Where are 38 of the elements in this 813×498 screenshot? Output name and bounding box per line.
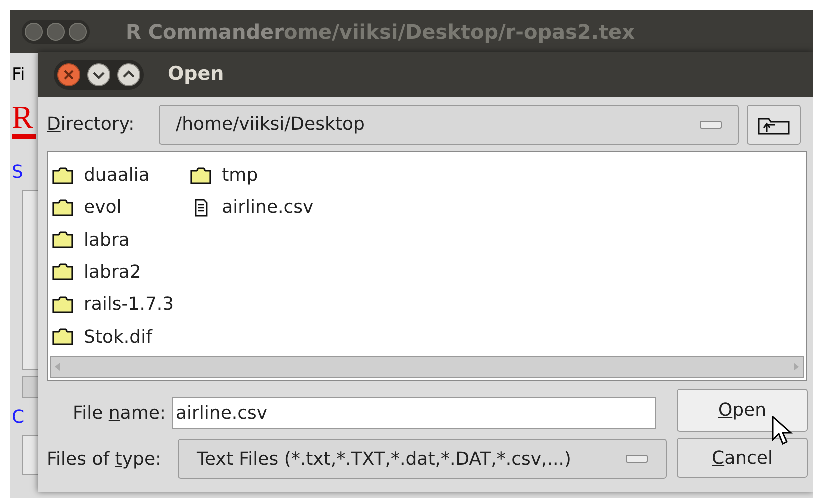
folder-name[interactable]: rails-1.7.3 [84, 291, 174, 318]
close-icon[interactable] [57, 62, 81, 86]
window-controls-icon[interactable] [22, 20, 90, 44]
folder-icon [52, 166, 74, 184]
open-button[interactable]: Open [677, 389, 808, 432]
folder-name[interactable]: labra [84, 226, 130, 254]
folder-name[interactable]: Stok.dif [84, 324, 152, 351]
file-name[interactable]: airline.csv [222, 194, 314, 222]
file-type-dropdown[interactable]: Text Files (*.txt,*.TXT,*.dat,*.DAT,*.csv,...) [178, 439, 667, 479]
window-path: ome/viiksi/Desktop/r-opas2.tex [284, 18, 635, 46]
folder-icon [190, 166, 212, 184]
folder-name[interactable]: duaalia [84, 162, 150, 189]
folder-name[interactable]: tmp [222, 162, 258, 189]
dropdown-indicator-icon [626, 455, 648, 463]
logo-icon: R [12, 101, 38, 133]
cancel-button[interactable]: Cancel [677, 438, 808, 478]
window-title: R Commander [126, 18, 284, 46]
folder-name[interactable]: evol [84, 194, 122, 222]
dropdown-indicator-icon [700, 120, 722, 128]
maximize-icon[interactable] [117, 62, 141, 86]
menu-item[interactable]: Fi [12, 53, 38, 97]
folder-icon [52, 198, 74, 217]
file-type-label: Files of type: [47, 448, 163, 472]
section-label: C [12, 406, 26, 430]
folder-icon [52, 263, 74, 282]
parent-directory-button[interactable] [747, 104, 801, 144]
file-name-field[interactable]: airline.csv [172, 397, 656, 429]
cursor-icon [772, 416, 794, 448]
directory-dropdown[interactable]: /home/viiksi/Desktop [159, 104, 739, 144]
file-name-label: File name: [72, 402, 167, 426]
dialog-title: Open [168, 62, 224, 88]
directory-label: Directory: [47, 113, 136, 137]
folder-icon [52, 296, 74, 314]
folder-icon [52, 328, 74, 346]
section-label: S [12, 161, 24, 185]
folder-name[interactable]: labra2 [84, 258, 142, 286]
folder-icon [52, 231, 74, 250]
minimize-icon[interactable] [87, 62, 111, 86]
